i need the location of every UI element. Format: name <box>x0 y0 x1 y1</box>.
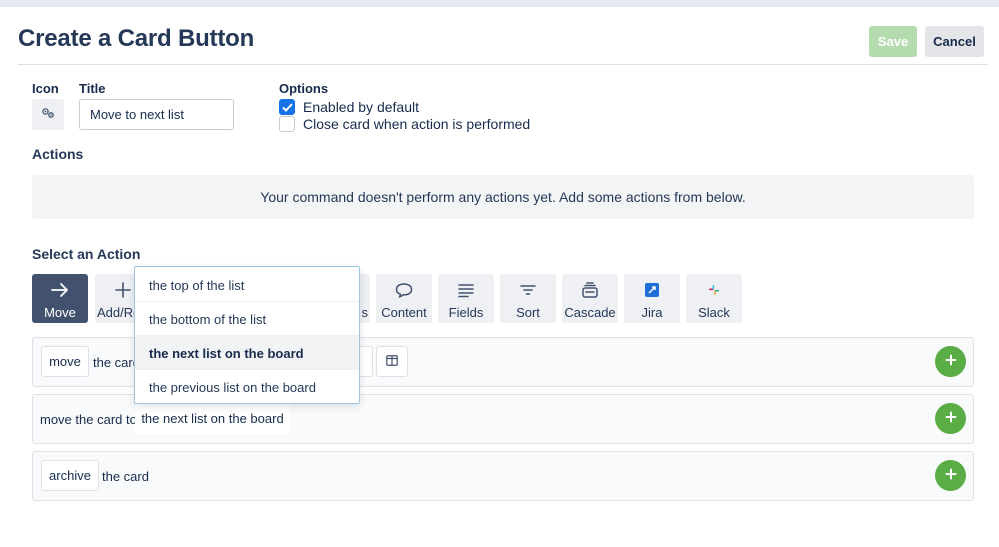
actions-heading: Actions <box>32 146 84 162</box>
empty-message: Your command doesn't perform any actions… <box>260 189 746 205</box>
tile-slack[interactable]: Slack <box>686 274 742 323</box>
plus-icon <box>945 353 957 371</box>
tile-label: Jira <box>641 305 663 320</box>
options-label: Options <box>279 81 329 96</box>
title-label: Title <box>79 81 106 96</box>
checkbox-checked[interactable] <box>279 99 295 115</box>
add-action-button[interactable] <box>935 460 966 491</box>
actions-empty-state: Your command doesn't perform any actions… <box>32 175 974 219</box>
tile-label: s <box>361 305 369 320</box>
title-divider <box>18 64 988 65</box>
row-text: the card <box>102 469 149 484</box>
icon-picker-button[interactable] <box>32 99 64 130</box>
icon-label: Icon <box>32 81 59 96</box>
move-chip[interactable]: move <box>41 346 89 377</box>
select-action-heading: Select an Action <box>32 246 141 262</box>
tile-label: Move <box>44 305 76 320</box>
plus-icon <box>945 467 957 485</box>
jira-icon <box>645 277 659 303</box>
archive-chip[interactable]: archive <box>41 460 99 491</box>
board-picker-button[interactable] <box>376 346 408 377</box>
tile-sort[interactable]: Sort <box>500 274 556 323</box>
columns-icon <box>386 354 398 369</box>
add-action-button[interactable] <box>935 403 966 434</box>
tile-label: Fields <box>448 305 484 320</box>
tile-fields[interactable]: Fields <box>438 274 494 323</box>
title-input[interactable] <box>79 99 234 130</box>
tile-label: Cascade <box>564 305 616 320</box>
tile-content[interactable]: Content <box>376 274 432 323</box>
row-prefix: move the card to <box>40 412 137 427</box>
cancel-button[interactable]: Cancel <box>925 26 984 57</box>
destination-dropdown: the top of the list the bottom of the li… <box>134 266 360 404</box>
dropdown-option[interactable]: the bottom of the list <box>135 302 359 336</box>
option-label: Enabled by default <box>303 99 419 115</box>
page-title: Create a Card Button <box>18 25 255 52</box>
option-enabled-by-default[interactable]: Enabled by default <box>279 99 419 115</box>
cascade-icon <box>581 277 599 303</box>
gears-icon <box>41 106 55 124</box>
tile-label: Sort <box>516 305 540 320</box>
arrow-right-icon <box>50 277 70 303</box>
slack-icon <box>708 277 720 303</box>
checkbox-unchecked[interactable] <box>279 116 295 132</box>
destination-value[interactable]: the next list on the board <box>135 403 290 434</box>
plus-icon <box>114 277 132 303</box>
speech-bubble-icon <box>394 277 414 303</box>
tile-move[interactable]: Move <box>32 274 88 323</box>
plus-icon <box>945 410 957 428</box>
dropdown-option[interactable]: the previous list on the board <box>135 370 359 404</box>
dropdown-option[interactable]: the top of the list <box>135 268 359 302</box>
top-bar <box>0 0 999 7</box>
add-action-button[interactable] <box>935 346 966 377</box>
sort-icon <box>519 277 537 303</box>
row-text: the card <box>93 355 140 370</box>
tile-label: Content <box>381 305 427 320</box>
lines-icon <box>457 277 475 303</box>
action-row-archive: archive the card <box>32 451 974 501</box>
tile-jira[interactable]: Jira <box>624 274 680 323</box>
tile-label: Slack <box>698 305 730 320</box>
save-button[interactable]: Save <box>869 26 917 57</box>
option-close-card[interactable]: Close card when action is performed <box>279 116 530 132</box>
tile-cascade[interactable]: Cascade <box>562 274 618 323</box>
option-label: Close card when action is performed <box>303 116 531 132</box>
dropdown-option-selected[interactable]: the next list on the board <box>135 336 359 370</box>
